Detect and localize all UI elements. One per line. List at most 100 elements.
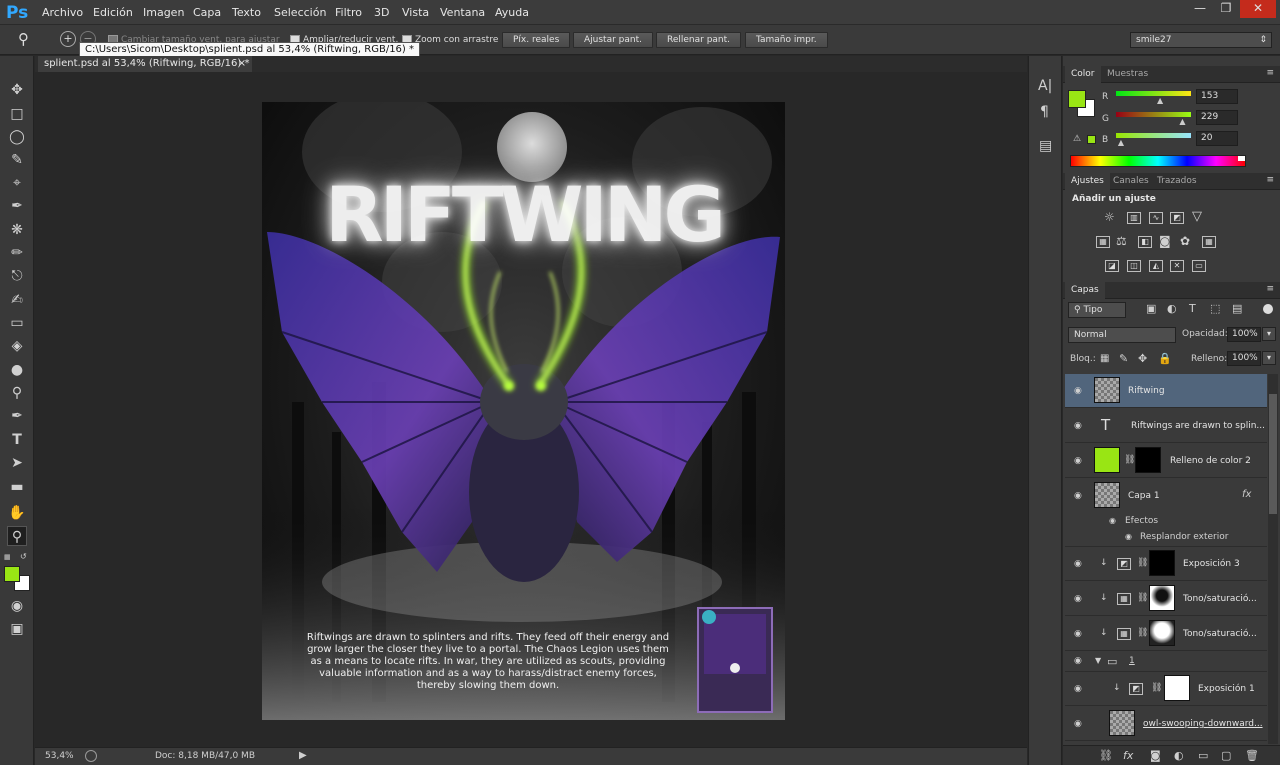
status-menu-arrow-icon[interactable]: ▶ — [299, 750, 307, 761]
layer-row[interactable]: ◉ owl-swooping-downward... — [1065, 707, 1267, 741]
vibrance-icon[interactable]: ▽ — [1192, 209, 1202, 224]
zoom-tool-preset-icon[interactable]: ⚲ — [18, 30, 46, 50]
tab-adjustments[interactable]: Ajustes — [1065, 173, 1110, 190]
layer-filter-dropdown[interactable]: ⚲ Tipo — [1068, 302, 1126, 318]
menu-vista[interactable]: Vista — [402, 6, 429, 19]
hand-tool-icon[interactable]: ✋ — [7, 503, 27, 523]
posterize-icon[interactable]: ◫ — [1127, 260, 1141, 272]
layers-scrollbar[interactable] — [1268, 374, 1278, 744]
fill-input[interactable]: 100% — [1227, 351, 1261, 366]
red-slider-track[interactable] — [1116, 91, 1191, 96]
opacity-input[interactable]: 100% — [1227, 327, 1261, 342]
print-size-button[interactable]: Tamaño impr. — [745, 32, 828, 48]
tab-channels[interactable]: Canales — [1107, 173, 1155, 190]
red-slider-thumb[interactable]: ▲ — [1157, 96, 1163, 105]
black-white-icon[interactable]: ◧ — [1138, 236, 1152, 248]
green-value-input[interactable]: 229 — [1196, 110, 1238, 125]
lock-pixels-icon[interactable]: ✎ — [1119, 352, 1128, 365]
filter-type-icon[interactable]: T — [1189, 302, 1196, 315]
blue-value-input[interactable]: 20 — [1196, 131, 1238, 146]
crop-tool-icon[interactable]: ⌖ — [7, 173, 27, 193]
tab-paths[interactable]: Trazados — [1151, 173, 1203, 190]
opacity-chevron-icon[interactable]: ▾ — [1262, 327, 1276, 341]
close-tab-icon[interactable]: × — [238, 56, 246, 72]
quick-mask-icon[interactable]: ◉ — [7, 596, 27, 616]
eye-icon[interactable]: ◉ — [1074, 684, 1082, 694]
brightness-contrast-icon[interactable]: ☼ — [1104, 210, 1115, 224]
add-style-icon[interactable]: fx — [1123, 749, 1133, 762]
marquee-tool-icon[interactable]: □ — [7, 104, 27, 124]
tab-color[interactable]: Color — [1065, 66, 1101, 83]
character-panel-icon[interactable]: A| — [1038, 78, 1052, 94]
layer-name[interactable]: Relleno de color 2 — [1170, 456, 1251, 466]
threshold-icon[interactable]: ◭ — [1149, 260, 1163, 272]
lock-all-icon[interactable]: 🔒 — [1158, 352, 1172, 365]
fill-chevron-icon[interactable]: ▾ — [1262, 351, 1276, 365]
dodge-tool-icon[interactable]: ⚲ — [7, 383, 27, 403]
layer-row[interactable]: ◉ T Riftwings are drawn to splin... — [1065, 409, 1267, 443]
properties-panel-icon[interactable]: ▤ — [1039, 138, 1052, 154]
actual-pixels-button[interactable]: Píx. reales — [502, 32, 571, 48]
delete-layer-icon[interactable]: 🗑 — [1245, 749, 1259, 762]
menu-seleccion[interactable]: Selección — [274, 6, 326, 19]
exposure-icon[interactable]: ◩ — [1170, 212, 1184, 224]
eye-icon[interactable]: ◉ — [1074, 386, 1082, 396]
invert-icon[interactable]: ◪ — [1105, 260, 1119, 272]
menu-filtro[interactable]: Filtro — [335, 6, 362, 19]
eye-icon[interactable]: ◉ — [1074, 456, 1082, 466]
eye-icon[interactable]: ◉ — [1074, 629, 1082, 639]
layer-row[interactable]: ◉ ↓ ▦ ⛓ Tono/saturació... — [1065, 582, 1267, 616]
eye-icon[interactable]: ◉ — [1074, 656, 1082, 666]
zoom-level[interactable]: 53,4% — [45, 751, 74, 761]
eye-icon[interactable]: ◉ — [1074, 559, 1082, 569]
panel-menu-icon[interactable]: ≡ — [1266, 68, 1274, 78]
new-layer-icon[interactable]: ▢ — [1221, 749, 1231, 762]
menu-3d[interactable]: 3D — [374, 6, 389, 19]
menu-texto[interactable]: Texto — [232, 6, 261, 19]
workspace-dropdown[interactable]: smile27 ⇕ — [1130, 32, 1272, 48]
layer-name[interactable]: owl-swooping-downward... — [1143, 719, 1263, 729]
eye-icon[interactable]: ◉ — [1125, 532, 1132, 541]
clone-stamp-tool-icon[interactable]: ⎋ — [7, 266, 27, 286]
link-layers-icon[interactable]: ⛓ — [1099, 749, 1113, 762]
blue-slider-thumb[interactable]: ▲ — [1118, 138, 1124, 147]
layer-name[interactable]: Exposición 3 — [1183, 559, 1240, 569]
lock-transparent-icon[interactable]: ▦ — [1100, 353, 1109, 364]
layer-row[interactable]: ◉ ⛓ Relleno de color 2 — [1065, 444, 1267, 478]
new-adjustment-icon[interactable]: ◐ — [1174, 749, 1184, 762]
healing-brush-tool-icon[interactable]: ❋ — [7, 220, 27, 240]
type-tool-icon[interactable]: T — [7, 430, 27, 450]
filter-adjustment-icon[interactable]: ◐ — [1167, 302, 1177, 315]
panel-menu-icon[interactable]: ≡ — [1266, 175, 1274, 185]
layer-row[interactable]: ◉ ↓ ◩ ⛓ Exposición 3 — [1065, 547, 1267, 581]
color-spectrum-bar[interactable] — [1070, 155, 1246, 167]
paragraph-panel-icon[interactable]: ¶ — [1040, 104, 1049, 120]
lock-position-icon[interactable]: ✥ — [1138, 352, 1147, 365]
pen-tool-icon[interactable]: ✒ — [7, 406, 27, 426]
menu-edicion[interactable]: Edición — [93, 6, 133, 19]
layer-row[interactable]: ◉ ↓ ▦ ⛓ Tono/saturació... — [1065, 617, 1267, 651]
eyedropper-tool-icon[interactable]: ✒ — [7, 196, 27, 216]
paint-bucket-tool-icon[interactable]: ◈ — [7, 336, 27, 356]
red-value-input[interactable]: 153 — [1196, 89, 1238, 104]
expand-group-icon[interactable]: ▼ — [1095, 656, 1101, 665]
channel-mixer-icon[interactable]: ✿ — [1180, 234, 1190, 248]
eye-icon[interactable]: ◉ — [1074, 421, 1082, 431]
layer-name[interactable]: Riftwing — [1128, 386, 1165, 396]
move-tool-icon[interactable]: ✥ — [7, 80, 27, 100]
layer-name[interactable]: Tono/saturació... — [1183, 594, 1257, 604]
layer-name[interactable]: Capa 1 — [1128, 491, 1160, 501]
eraser-tool-icon[interactable]: ▭ — [7, 313, 27, 333]
color-balance-icon[interactable]: ⚖ — [1116, 234, 1127, 248]
document-tab[interactable]: splient.psd al 53,4% (Riftwing, RGB/16) … — [38, 56, 252, 72]
minimize-button[interactable]: — — [1186, 0, 1214, 18]
hue-saturation-icon[interactable]: ▦ — [1096, 236, 1110, 248]
eye-icon[interactable]: ◉ — [1074, 719, 1082, 729]
fill-screen-button[interactable]: Rellenar pant. — [656, 32, 742, 48]
menu-ventana[interactable]: Ventana — [440, 6, 485, 19]
gradient-map-icon[interactable]: ▭ — [1192, 260, 1206, 272]
layer-row[interactable]: ◉ Riftwing — [1065, 374, 1267, 408]
blend-mode-dropdown[interactable]: Normal — [1068, 327, 1176, 343]
filter-shape-icon[interactable]: ⬚ — [1210, 302, 1220, 315]
menu-archivo[interactable]: Archivo — [42, 6, 83, 19]
